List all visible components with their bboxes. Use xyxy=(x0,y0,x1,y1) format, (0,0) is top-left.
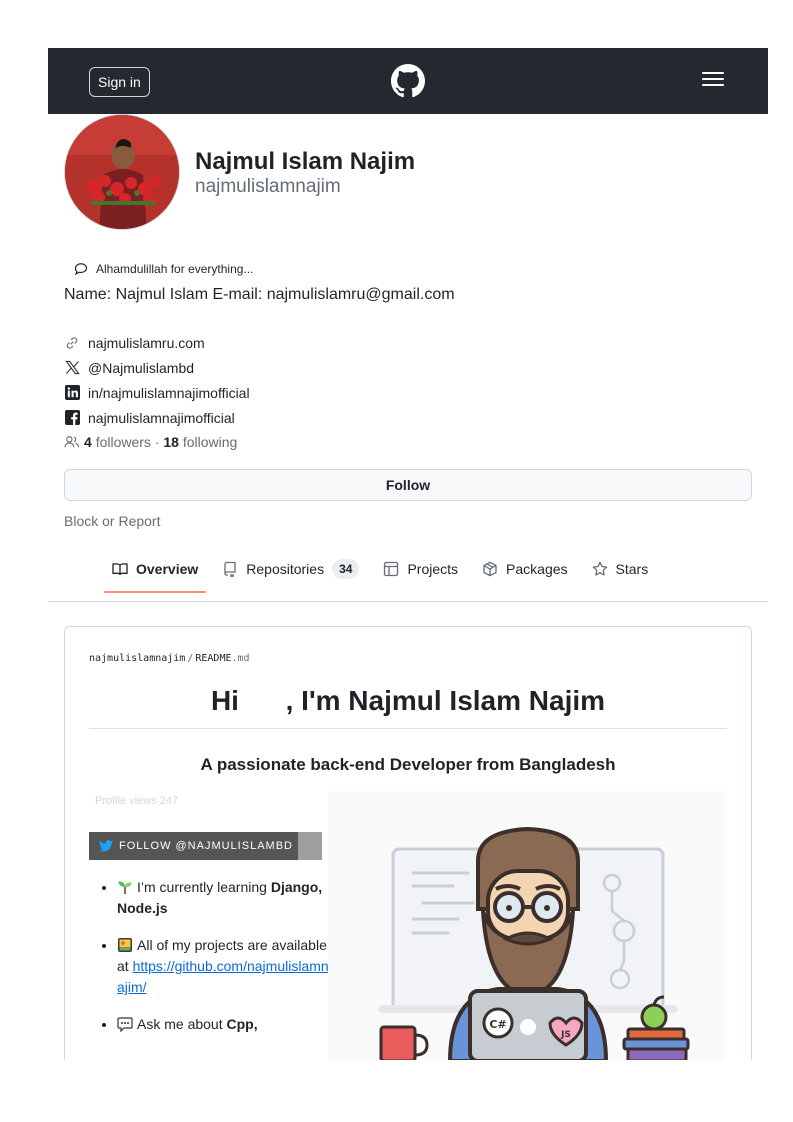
follow-button[interactable]: Follow xyxy=(64,469,752,501)
table-icon xyxy=(384,561,399,577)
list-item-text: Ask me about xyxy=(137,1016,227,1032)
tab-overview-label: Overview xyxy=(136,561,199,577)
website-link[interactable]: najmulislamru.com xyxy=(88,335,205,351)
readme-path-ext: .md xyxy=(231,653,250,664)
following-link[interactable]: following xyxy=(183,434,237,450)
menu-hamburger-icon[interactable] xyxy=(702,72,726,90)
twitter-bird-icon xyxy=(99,840,113,852)
followers-link[interactable]: followers xyxy=(96,434,151,450)
linkedin-link[interactable]: in/najmulislamnajimofficial xyxy=(88,385,250,401)
readme-list: I’m currently learning Django, Node.js A… xyxy=(93,877,329,1051)
speech-bubble-icon xyxy=(117,1017,133,1032)
tab-packages-label: Packages xyxy=(506,561,568,577)
following-count[interactable]: 18 xyxy=(163,434,179,450)
book-icon xyxy=(112,563,128,576)
profile-link-facebook[interactable]: najmulislamnajimofficial xyxy=(64,405,250,430)
github-logo-icon[interactable] xyxy=(391,64,425,98)
tabs-divider xyxy=(48,601,768,602)
projects-emoji-icon xyxy=(118,938,132,952)
readme-path-separator: / xyxy=(187,653,194,664)
facebook-link[interactable]: najmulislamnajimofficial xyxy=(88,410,235,426)
seedling-icon xyxy=(118,881,132,894)
profile-links: najmulislamru.com @Najmulislambd in/najm… xyxy=(64,330,250,430)
tab-overview[interactable]: Overview xyxy=(104,548,207,593)
package-icon xyxy=(483,561,497,577)
separator-dot: · xyxy=(154,434,160,450)
readme-heading: Hi , I'm Najmul Islam Najim xyxy=(210,685,606,716)
heading-divider xyxy=(89,728,727,729)
x-handle-link[interactable]: @Najmulislambd xyxy=(88,360,194,376)
profile-link-linkedin[interactable]: in/najmulislamnajimofficial xyxy=(64,380,250,405)
twitter-badge-count xyxy=(298,832,322,860)
developer-illustration: C# JS xyxy=(328,791,725,1060)
profile-username: najmulislamnajim xyxy=(195,176,341,197)
people-icon xyxy=(64,436,80,448)
followers-summary: 4 followers · 18 following xyxy=(64,434,237,450)
profile-link-x[interactable]: @Najmulislambd xyxy=(64,355,250,380)
twitter-badge-left: FOLLOW @NAJMULISLAMBD xyxy=(89,832,298,860)
readme-subheading: A passionate back-end Developer from Ban… xyxy=(200,755,616,774)
profile-bio: Name: Najmul Islam E-mail: najmulislamru… xyxy=(64,286,455,303)
linkedin-icon xyxy=(64,385,80,401)
tab-repositories[interactable]: Repositories 34 xyxy=(214,548,367,590)
avatar[interactable] xyxy=(64,114,180,230)
tab-projects[interactable]: Projects xyxy=(375,548,466,590)
sign-in-button[interactable]: Sign in xyxy=(89,67,150,97)
header-bar: Sign in xyxy=(48,48,768,114)
followers-count[interactable]: 4 xyxy=(84,434,92,450)
x-icon xyxy=(64,360,80,376)
twitter-follow-badge[interactable]: FOLLOW @NAJMULISLAMBD xyxy=(89,832,322,860)
readme-card: najmulislamnajim / README.md Hi , I'm Najm… xyxy=(64,626,752,1060)
list-item-bold: Cpp, xyxy=(226,1016,258,1032)
readme-path-file[interactable]: README xyxy=(195,653,231,664)
readme-path: najmulislamnajim / README.md xyxy=(89,653,250,664)
comment-icon xyxy=(74,263,88,276)
profile-link-website[interactable]: najmulislamru.com xyxy=(64,330,250,355)
repositories-count-badge: 34 xyxy=(332,559,360,579)
profile-page: Sign in Najmul Islam Najim najmulislamna… xyxy=(48,48,768,1060)
list-item: Ask me about Cpp, xyxy=(117,1014,329,1035)
readme-path-user[interactable]: najmulislamnajim xyxy=(89,653,185,664)
link-icon xyxy=(64,335,80,351)
tab-packages[interactable]: Packages xyxy=(474,548,575,590)
repo-icon xyxy=(224,561,236,577)
github-projects-link[interactable]: https://github.com/najmulislamnajim/ xyxy=(117,958,329,995)
list-item: All of my projects are available at http… xyxy=(117,935,329,998)
star-icon xyxy=(592,561,607,576)
svg-text:C#: C# xyxy=(489,1018,506,1031)
tab-repositories-label: Repositories xyxy=(246,561,325,577)
list-item-text: I’m currently learning xyxy=(137,879,271,895)
user-status-text: Alhamdulillah for everything... xyxy=(96,262,254,276)
block-or-report-link[interactable]: Block or Report xyxy=(64,513,160,529)
tab-stars[interactable]: Stars xyxy=(584,548,657,590)
profile-tabs: Overview Repositories 34 Projects Packag… xyxy=(104,548,664,593)
tab-projects-label: Projects xyxy=(407,561,459,577)
facebook-icon xyxy=(64,410,80,426)
user-status[interactable]: Alhamdulillah for everything... xyxy=(74,262,253,276)
svg-text:JS: JS xyxy=(560,1030,571,1040)
list-item: I’m currently learning Django, Node.js xyxy=(117,877,329,919)
tab-stars-label: Stars xyxy=(615,561,649,577)
twitter-badge-label: FOLLOW @NAJMULISLAMBD xyxy=(119,840,293,852)
profile-views-badge: Profile views 247 xyxy=(95,795,179,807)
profile-fullname: Najmul Islam Najim xyxy=(195,148,416,175)
